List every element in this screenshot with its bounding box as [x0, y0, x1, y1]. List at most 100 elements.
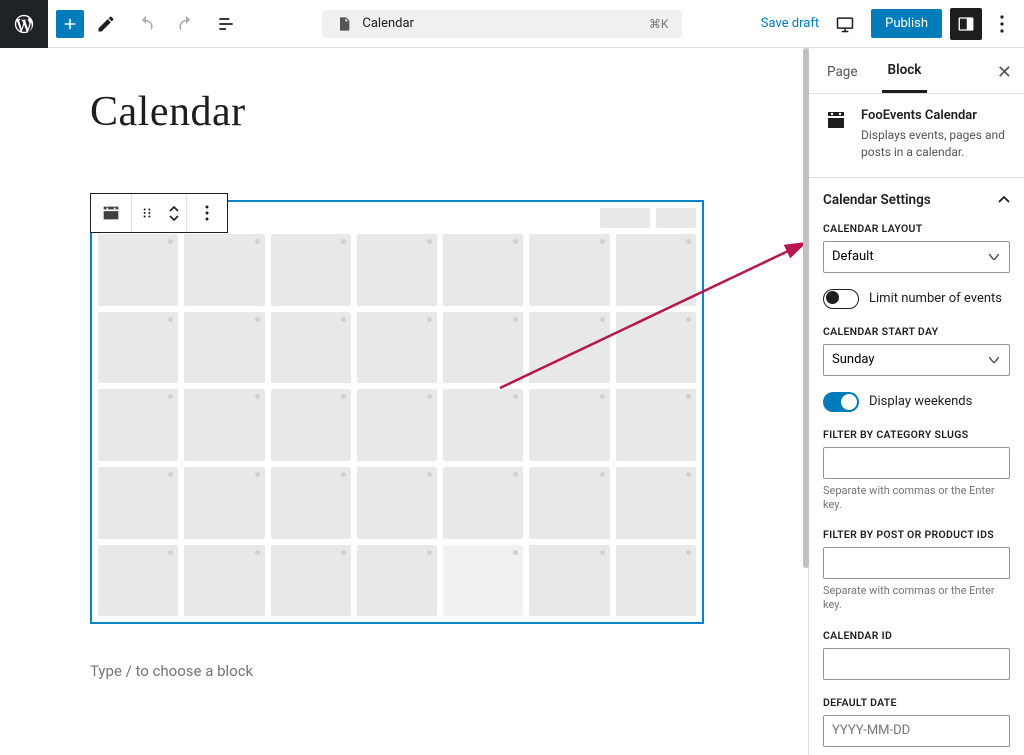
chevron-up-icon	[169, 206, 179, 212]
close-sidebar-button[interactable]: ✕	[997, 62, 1012, 83]
move-up-down[interactable]	[162, 194, 186, 232]
label-filter-cat: FILTER BY CATEGORY SLUGS	[823, 428, 1010, 441]
label-filter-post: FILTER BY POST OR PRODUCT IDS	[823, 528, 1010, 541]
calendar-cell	[357, 312, 437, 384]
input-filter-post[interactable]	[823, 547, 1010, 579]
calendar-cell	[443, 545, 523, 617]
tab-block[interactable]: Block	[882, 48, 928, 93]
chevron-up-icon	[998, 196, 1010, 204]
fooevents-icon	[823, 108, 851, 132]
main: Calendar	[0, 48, 1024, 755]
block-prompt[interactable]: Type / to choose a block	[90, 662, 748, 680]
settings-sidebar-wrap: Page Block ✕ FooEvents Calendar Displays…	[808, 48, 1024, 755]
calendar-cell	[357, 545, 437, 617]
placeholder-box	[600, 208, 650, 228]
editor-canvas: Calendar	[0, 48, 808, 755]
calendar-cell	[271, 467, 351, 539]
input-filter-category[interactable]	[823, 447, 1010, 479]
save-draft-link[interactable]: Save draft	[761, 16, 819, 31]
device-icon	[835, 14, 855, 34]
pencil-icon	[96, 14, 116, 34]
calendar-cell	[529, 467, 609, 539]
undo-button[interactable]	[128, 6, 164, 42]
calendar-cell	[271, 545, 351, 617]
panel-body: CALENDAR LAYOUT Default Limit number of …	[809, 222, 1024, 755]
edit-mode-button[interactable]	[88, 6, 124, 42]
redo-icon	[176, 14, 196, 34]
block-title: FooEvents Calendar	[861, 108, 1010, 123]
drag-handle[interactable]	[132, 194, 162, 232]
calendar-cell	[357, 389, 437, 461]
calendar-cell	[529, 389, 609, 461]
calendar-block[interactable]	[90, 200, 704, 624]
publish-button[interactable]: Publish	[871, 9, 942, 38]
scrollbar-thumb[interactable]	[803, 48, 809, 568]
plus-icon	[61, 15, 79, 33]
calendar-cell	[443, 312, 523, 384]
label-calendar-id: CALENDAR ID	[823, 629, 1010, 642]
tab-page[interactable]: Page	[821, 50, 864, 92]
block-type-button[interactable]	[91, 194, 131, 232]
field-filter-category: FILTER BY CATEGORY SLUGS Separate with c…	[823, 428, 1010, 513]
help-filter-cat: Separate with commas or the Enter key.	[823, 484, 1010, 513]
label-display-weekends: Display weekends	[869, 394, 972, 409]
panel-calendar-settings[interactable]: Calendar Settings	[809, 178, 1024, 222]
label-default-date: DEFAULT DATE	[823, 696, 1010, 709]
add-block-button[interactable]	[56, 10, 84, 38]
label-layout: CALENDAR LAYOUT	[823, 222, 1010, 235]
block-desc-text: Displays events, pages and posts in a ca…	[861, 127, 1010, 161]
sidebar-tabs: Page Block ✕	[809, 48, 1024, 94]
input-default-date[interactable]	[823, 715, 1010, 747]
calendar-cell	[98, 234, 178, 306]
doc-shortcut: ⌘K	[649, 17, 669, 31]
toggle-limit-events-row: Limit number of events	[823, 289, 1010, 309]
toggle-limit-events[interactable]	[823, 289, 859, 309]
settings-sidebar-toggle[interactable]	[950, 8, 982, 40]
preview-button[interactable]	[827, 6, 863, 42]
document-title-pill[interactable]: Calendar ⌘K	[322, 10, 682, 38]
calendar-cell	[443, 389, 523, 461]
calendar-cell	[184, 234, 264, 306]
select-start-day[interactable]: Sunday	[823, 344, 1010, 376]
list-icon	[216, 14, 236, 34]
toggle-weekends-row: Display weekends	[823, 392, 1010, 412]
calendar-cell	[616, 545, 696, 617]
field-filter-post: FILTER BY POST OR PRODUCT IDS Separate w…	[823, 528, 1010, 613]
chevron-down-icon	[169, 215, 179, 221]
settings-sidebar: Page Block ✕ FooEvents Calendar Displays…	[809, 48, 1024, 755]
block-options-button[interactable]	[187, 194, 227, 232]
calendar-cell	[184, 389, 264, 461]
calendar-cell	[271, 312, 351, 384]
page-title[interactable]: Calendar	[90, 88, 748, 136]
page-icon	[336, 16, 352, 32]
top-right-tools: Save draft Publish	[761, 6, 1024, 42]
calendar-cell	[443, 467, 523, 539]
drag-icon	[140, 206, 154, 220]
calendar-cell	[98, 467, 178, 539]
wp-logo[interactable]	[0, 0, 48, 48]
top-center: Calendar ⌘K	[244, 10, 761, 38]
fooevents-icon	[100, 202, 122, 224]
calendar-cell	[616, 467, 696, 539]
label-start-day: CALENDAR START DAY	[823, 325, 1010, 338]
calendar-cell	[98, 389, 178, 461]
calendar-cell	[271, 234, 351, 306]
vertical-dots-icon	[205, 205, 209, 221]
document-overview-button[interactable]	[208, 6, 244, 42]
help-filter-post: Separate with commas or the Enter key.	[823, 584, 1010, 613]
calendar-cell	[98, 312, 178, 384]
calendar-cell	[529, 234, 609, 306]
calendar-cell	[616, 234, 696, 306]
panel-title: Calendar Settings	[823, 192, 931, 208]
field-start-day: CALENDAR START DAY Sunday	[823, 325, 1010, 376]
calendar-cell	[529, 545, 609, 617]
calendar-cell	[184, 545, 264, 617]
redo-button[interactable]	[168, 6, 204, 42]
input-calendar-id[interactable]	[823, 648, 1010, 680]
vertical-dots-icon	[1000, 15, 1004, 33]
select-layout[interactable]: Default	[823, 241, 1010, 273]
toggle-display-weekends[interactable]	[823, 392, 859, 412]
more-options-button[interactable]	[990, 8, 1014, 40]
block-toolbar	[90, 193, 228, 233]
top-left-tools	[48, 6, 244, 42]
